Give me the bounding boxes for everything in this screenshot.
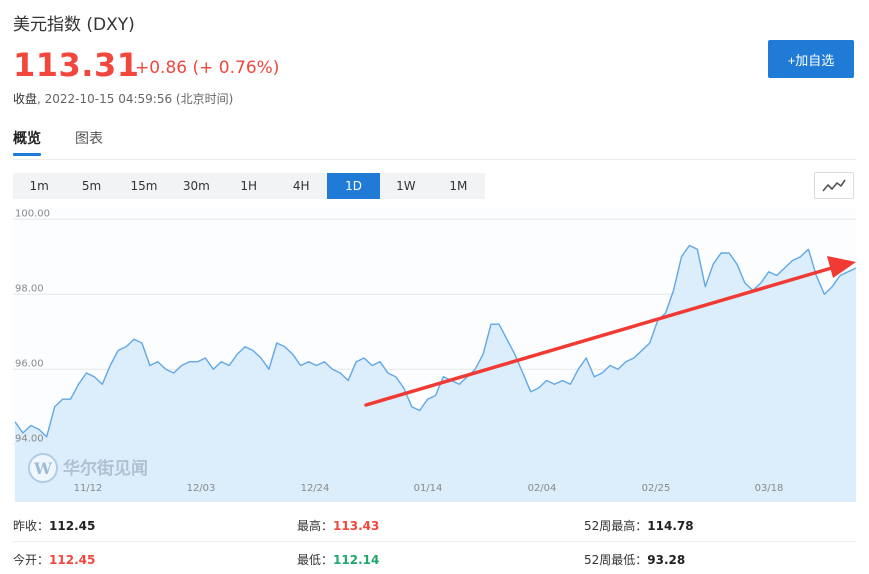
period-15m[interactable]: 15m [118,173,170,199]
x-tick-label: 02/04 [528,483,557,494]
period-1d[interactable]: 1D [327,173,380,199]
stat-52w-high: 52周最高：114.78 [584,517,694,534]
stat-value: 93.28 [647,553,686,567]
view-tabs: 概览 图表 [13,128,137,158]
stat-value: 113.43 [333,519,380,533]
y-tick-label: 96.00 [15,358,44,369]
stat-label: 今开： [13,553,50,567]
stat-label: 52周最高： [584,519,648,533]
instrument-title: 美元指数 (DXY) [13,15,135,35]
watermark: W 华尔街见闻 [28,453,148,483]
y-tick-label: 98.00 [15,283,44,294]
stat-value: 112.45 [49,553,96,567]
market-status: 收盘 [13,92,38,106]
quote-timestamp: , 2022-10-15 04:59:56 (北京时间) [37,92,234,106]
period-5m[interactable]: 5m [65,173,117,199]
last-price: 113.31 [13,46,140,84]
stats-row: 昨收：112.45 最高：113.43 52周最高：114.78 [13,508,856,542]
stat-label: 最低： [297,553,334,567]
period-1mo[interactable]: 1M [432,173,484,199]
period-1h[interactable]: 1H [223,173,275,199]
y-tick-label: 100.00 [15,208,50,219]
price-change: +0.86 (+ 0.76%) [135,58,280,78]
tab-divider [13,159,856,160]
stat-value: 112.14 [333,553,380,567]
stat-prev-close: 昨收：112.45 [13,517,95,534]
x-tick-label: 11/12 [74,483,103,494]
period-4h[interactable]: 4H [275,173,327,199]
add-to-watchlist-button[interactable]: +加自选 [768,40,854,78]
stats-row: 今开：112.45 最低：112.14 52周最低：93.28 [13,542,856,574]
period-1w[interactable]: 1W [380,173,432,199]
stat-52w-low: 52周最低：93.28 [584,551,685,568]
x-tick-label: 12/03 [187,483,216,494]
price-chart[interactable]: 100.00 98.00 96.00 94.00 11/12 12/03 12/24 01/… [13,208,856,502]
watermark-text: 华尔街见闻 [63,458,148,479]
tab-overview[interactable]: 概览 [13,128,41,158]
stats-table: 昨收：112.45 最高：113.43 52周最高：114.78 今开：112.… [13,508,856,574]
stat-label: 昨收： [13,519,50,533]
quote-meta: 收盘, 2022-10-15 04:59:56 (北京时间) [13,90,233,107]
stat-low: 最低：112.14 [297,551,379,568]
stat-value: 112.45 [49,519,96,533]
watermark-logo-letter: W [33,459,53,478]
x-tick-label: 02/25 [642,483,671,494]
line-chart-icon [822,179,846,192]
stat-label: 52周最低： [584,553,648,567]
stat-open: 今开：112.45 [13,551,95,568]
y-tick-label: 94.00 [15,433,44,444]
x-tick-label: 12/24 [301,483,330,494]
stat-label: 最高： [297,519,334,533]
price-chart-svg: 100.00 98.00 96.00 94.00 11/12 12/03 12/24 01/… [13,208,856,502]
stat-high: 最高：113.43 [297,517,379,534]
period-30m[interactable]: 30m [170,173,222,199]
x-tick-label: 01/14 [414,483,443,494]
period-1m[interactable]: 1m [13,173,65,199]
period-selector: 1m 5m 15m 30m 1H 4H 1D 1W 1M [13,173,485,199]
chart-type-button[interactable] [814,172,854,199]
stat-value: 114.78 [647,519,694,533]
tab-chart[interactable]: 图表 [75,128,103,158]
x-tick-label: 03/18 [755,483,784,494]
